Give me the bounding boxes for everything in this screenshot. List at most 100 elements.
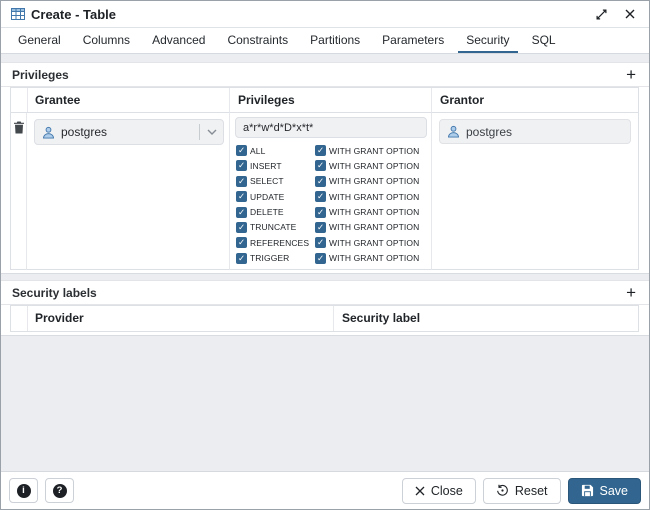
privileges-title: Privileges bbox=[12, 68, 69, 82]
sql-help-button[interactable]: i bbox=[9, 478, 38, 503]
grant-option-truncate: WITH GRANT OPTION bbox=[315, 222, 431, 233]
privilege-label: TRIGGER bbox=[250, 253, 289, 263]
trash-column-header bbox=[11, 88, 28, 113]
add-privilege-button[interactable]: + bbox=[624, 67, 638, 83]
privilege-label: TRUNCATE bbox=[250, 222, 296, 232]
checkbox-update[interactable] bbox=[236, 191, 247, 202]
privilege-delete: DELETE bbox=[236, 207, 315, 218]
grantor-field: postgres bbox=[439, 119, 631, 144]
provider-column-header: Provider bbox=[27, 306, 334, 331]
checkbox-grant-update[interactable] bbox=[315, 191, 326, 202]
privilege-label: UPDATE bbox=[250, 192, 284, 202]
grant-label: WITH GRANT OPTION bbox=[329, 146, 419, 156]
checkbox-grant-all[interactable] bbox=[315, 145, 326, 156]
checkbox-grant-insert[interactable] bbox=[315, 160, 326, 171]
dialog-help-button[interactable]: ? bbox=[45, 478, 74, 503]
tab-security[interactable]: Security bbox=[458, 28, 517, 53]
tab-advanced[interactable]: Advanced bbox=[144, 28, 213, 53]
privilege-truncate: TRUNCATE bbox=[236, 222, 315, 233]
save-label: Save bbox=[600, 484, 629, 498]
checkbox-grant-references[interactable] bbox=[315, 237, 326, 248]
expand-icon[interactable] bbox=[592, 7, 611, 22]
dialog-body: Privileges + Grantee Privileges Grantor bbox=[1, 54, 649, 471]
close-label: Close bbox=[431, 484, 463, 498]
security-label-column-header: Security label bbox=[334, 306, 638, 331]
privilege-all: ALL bbox=[236, 145, 315, 156]
grant-label: WITH GRANT OPTION bbox=[329, 161, 419, 171]
checkbox-grant-select[interactable] bbox=[315, 176, 326, 187]
tab-parameters[interactable]: Parameters bbox=[374, 28, 452, 53]
grantee-select[interactable]: postgres bbox=[34, 119, 224, 145]
help-icon: ? bbox=[53, 484, 67, 498]
table-icon bbox=[11, 8, 25, 20]
security-labels-title: Security labels bbox=[12, 286, 97, 300]
select-separator bbox=[199, 124, 200, 140]
tab-partitions[interactable]: Partitions bbox=[302, 28, 368, 53]
checkbox-delete[interactable] bbox=[236, 207, 247, 218]
privilege-label: SELECT bbox=[250, 176, 284, 186]
user-icon bbox=[447, 125, 460, 138]
reset-button[interactable]: Reset bbox=[483, 478, 561, 504]
checkbox-grant-truncate[interactable] bbox=[315, 222, 326, 233]
footer-bar: i ? Close Reset Save bbox=[1, 471, 649, 509]
tab-constraints[interactable]: Constraints bbox=[219, 28, 296, 53]
grant-option-references: WITH GRANT OPTION bbox=[315, 237, 431, 248]
info-icon: i bbox=[17, 484, 31, 498]
chevron-down-icon[interactable] bbox=[207, 129, 217, 135]
tab-general[interactable]: General bbox=[10, 28, 69, 53]
delete-row-icon[interactable] bbox=[13, 121, 25, 137]
privilege-trigger: TRIGGER bbox=[236, 253, 315, 264]
close-x-icon bbox=[415, 486, 425, 496]
dialog-title: Create - Table bbox=[31, 7, 116, 22]
privileges-header-row: Grantee Privileges Grantor bbox=[11, 88, 638, 113]
checkbox-grant-delete[interactable] bbox=[315, 207, 326, 218]
privileges-column-header: Privileges bbox=[230, 88, 432, 113]
grant-option-insert: WITH GRANT OPTION bbox=[315, 160, 431, 171]
privileges-panel: Privileges + Grantee Privileges Grantor bbox=[1, 62, 649, 274]
actions-column-header bbox=[11, 306, 28, 331]
reset-label: Reset bbox=[515, 484, 548, 498]
grantor-column-header: Grantor bbox=[432, 88, 638, 113]
checkbox-select[interactable] bbox=[236, 176, 247, 187]
grant-option-delete: WITH GRANT OPTION bbox=[315, 207, 431, 218]
close-icon[interactable] bbox=[621, 7, 639, 21]
grantee-value: postgres bbox=[61, 125, 199, 139]
security-labels-panel: Security labels + Provider Security labe… bbox=[1, 280, 649, 336]
privilege-label: REFERENCES bbox=[250, 238, 309, 248]
save-floppy-icon bbox=[581, 484, 594, 497]
grant-label: WITH GRANT OPTION bbox=[329, 176, 419, 186]
tab-sql[interactable]: SQL bbox=[524, 28, 564, 53]
reset-icon bbox=[496, 484, 509, 497]
privilege-label: DELETE bbox=[250, 207, 284, 217]
create-table-dialog: Create - Table General Columns Advanced … bbox=[0, 0, 650, 510]
add-security-label-button[interactable]: + bbox=[624, 285, 638, 301]
privileges-header: Privileges + bbox=[1, 63, 649, 87]
save-button[interactable]: Save bbox=[568, 478, 642, 504]
privilege-update: UPDATE bbox=[236, 191, 315, 202]
user-icon bbox=[42, 126, 55, 139]
grant-option-all: WITH GRANT OPTION bbox=[315, 145, 431, 156]
security-labels-table: Provider Security label bbox=[10, 305, 639, 332]
privileges-cell: ALL WITH GRANT OPTION INSERT WITH GRANT … bbox=[230, 113, 432, 270]
privilege-label: ALL bbox=[250, 146, 265, 156]
grant-label: WITH GRANT OPTION bbox=[329, 207, 419, 217]
privilege-row: postgres ALL WITH GRANT OPTION INSE bbox=[11, 113, 638, 270]
security-labels-header: Security labels + bbox=[1, 281, 649, 305]
close-button[interactable]: Close bbox=[402, 478, 476, 504]
security-labels-header-row: Provider Security label bbox=[11, 306, 638, 331]
checkbox-insert[interactable] bbox=[236, 160, 247, 171]
privilege-select: SELECT bbox=[236, 176, 315, 187]
row-actions-cell bbox=[11, 113, 27, 270]
grant-label: WITH GRANT OPTION bbox=[329, 222, 419, 232]
grant-option-update: WITH GRANT OPTION bbox=[315, 191, 431, 202]
checkbox-all[interactable] bbox=[236, 145, 247, 156]
privileges-string-input[interactable] bbox=[235, 117, 427, 138]
checkbox-references[interactable] bbox=[236, 237, 247, 248]
checkbox-grant-trigger[interactable] bbox=[315, 253, 326, 264]
grant-option-trigger: WITH GRANT OPTION bbox=[315, 253, 431, 264]
grantor-cell: postgres bbox=[432, 113, 638, 270]
checkbox-truncate[interactable] bbox=[236, 222, 247, 233]
checkbox-trigger[interactable] bbox=[236, 253, 247, 264]
tab-columns[interactable]: Columns bbox=[75, 28, 138, 53]
grantee-cell: postgres bbox=[27, 113, 230, 270]
